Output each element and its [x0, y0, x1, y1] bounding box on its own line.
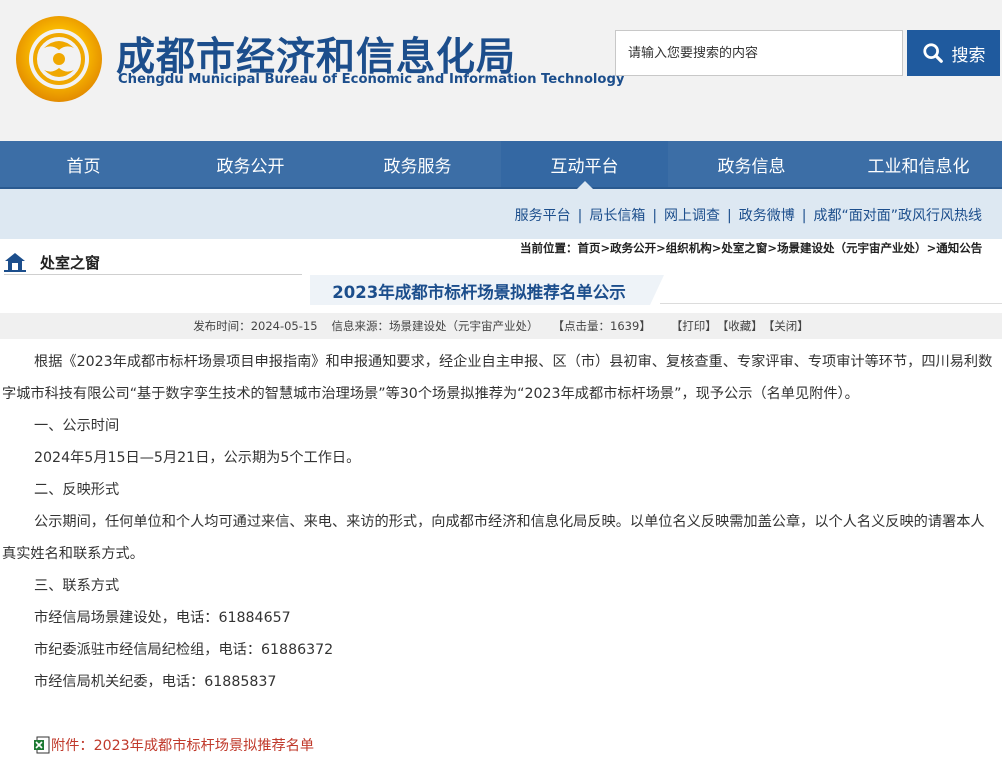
attachment-link[interactable]: 附件：2023年成都市标杆场景拟推荐名单 [51, 735, 314, 755]
print-link[interactable]: 【打印】 [671, 318, 717, 334]
contact-line: 市经信局场景建设处，电话：61884657 [34, 610, 291, 626]
breadcrumb-item-notices[interactable]: 通知公告 [936, 241, 982, 255]
nav-item-interaction[interactable]: 互动平台 [501, 141, 668, 187]
breadcrumb-prefix: 当前位置： [520, 241, 578, 255]
attachment-row: 附件：2023年成都市标杆场景拟推荐名单 [34, 735, 314, 755]
article-title-bar: 2023年成都市标杆场景拟推荐名单公示 [0, 275, 1002, 305]
search-button-label: 搜索 [951, 45, 986, 66]
subnav-link-director-mailbox[interactable]: 局长信箱 [589, 208, 645, 224]
contact-line: 市纪委派驻市经信局纪检组，电话：61886372 [34, 642, 334, 658]
search-button[interactable]: 搜索 [907, 30, 1000, 76]
breadcrumb: 当前位置：首页>政务公开>组织机构>处室之窗>场景建设处（元宇宙产业处）>通知公… [520, 240, 982, 256]
main-nav: 首页 政务公开 政务服务 互动平台 政务信息 工业和信息化 [0, 141, 1002, 189]
nav-item-home[interactable]: 首页 [0, 141, 167, 187]
nav-item-gov-info[interactable]: 政务信息 [668, 141, 835, 187]
clicks-suffix: 】 [639, 319, 651, 333]
nav-item-gov-services[interactable]: 政务服务 [334, 141, 501, 187]
clicks-count: 1639 [610, 319, 640, 333]
sidebar-section-title: 处室之窗 [4, 250, 302, 275]
section-title-label: 处室之窗 [40, 253, 101, 272]
article-heading: 三、联系方式 [34, 578, 120, 594]
nav-item-gov-affairs-open[interactable]: 政务公开 [167, 141, 334, 187]
home-icon [4, 253, 26, 272]
breadcrumb-separator: > [711, 241, 722, 255]
subnav-separator: | [727, 208, 732, 224]
subnav-separator: | [652, 208, 658, 224]
article-paragraph: 根据《2023年成都市标杆场景项目申报指南》和申报通知要求，经企业自主申报、区（… [2, 354, 993, 402]
article-paragraph: 2024年5月15日—5月21日，公示期为5个工作日。 [34, 450, 361, 466]
breadcrumb-separator: > [767, 241, 778, 255]
article-meta: 发布时间： 2024-05-15 信息来源： 场景建设处（元宇宙产业处） 【点击量： 16… [0, 313, 1002, 339]
source-label: 信息来源： [331, 319, 390, 333]
breadcrumb-item-scene-construction[interactable]: 场景建设处（元宇宙产业处） [777, 241, 927, 255]
article-title: 2023年成都市标杆场景拟推荐名单公示 [332, 283, 626, 302]
breadcrumb-item-home[interactable]: 首页 [578, 241, 601, 255]
publish-label: 发布时间： [193, 319, 251, 333]
breadcrumb-item-department-window[interactable]: 处室之窗 [721, 241, 767, 255]
breadcrumb-separator: > [926, 241, 937, 255]
subnav-link-hotline[interactable]: 成都“面对面”政风行风热线 [813, 208, 982, 224]
sub-nav: 服务平台 | 局长信箱 | 网上调查 | 政务微博 | 成都“面对面”政风行风热线 [0, 189, 1002, 239]
breadcrumb-item-gov-affairs-open[interactable]: 政务公开 [610, 241, 656, 255]
breadcrumb-item-organization[interactable]: 组织机构 [666, 241, 712, 255]
logo-emblem[interactable] [14, 14, 104, 104]
article-heading: 一、公示时间 [34, 418, 120, 434]
subnav-separator: | [577, 208, 583, 224]
article-paragraph: 公示期间，任何单位和个人均可通过来信、来电、来访的形式，向成都市经济和信息化局反… [2, 514, 985, 562]
favorite-link[interactable]: 【收藏】 [717, 318, 763, 334]
breadcrumb-separator: > [656, 241, 666, 255]
subnav-link-service-platform[interactable]: 服务平台 [515, 208, 571, 224]
subnav-link-gov-weibo[interactable]: 政务微博 [739, 208, 795, 224]
title-divider [660, 303, 1002, 304]
excel-file-icon [34, 736, 50, 754]
subnav-separator: | [801, 208, 807, 224]
search-input[interactable] [615, 30, 903, 76]
source-value: 场景建设处（元宇宙产业处） [389, 319, 539, 333]
subnav-links: 服务平台 | 局长信箱 | 网上调查 | 政务微博 | 成都“面对面”政风行风热线 [515, 205, 982, 225]
subnav-link-online-survey[interactable]: 网上调查 [664, 208, 720, 224]
breadcrumb-separator: > [600, 241, 611, 255]
nav-item-industry-it[interactable]: 工业和信息化 [835, 141, 1002, 187]
clicks-label: 【点击量： [552, 319, 611, 333]
publish-date: 2024-05-15 [250, 319, 318, 333]
logo-title-en[interactable]: Chengdu Municipal Bureau of Economic and… [118, 72, 625, 87]
close-link[interactable]: 【关闭】 [763, 318, 809, 334]
contact-line: 市经信局机关纪委，电话：61885837 [34, 674, 277, 690]
article-heading: 二、反映形式 [34, 482, 120, 498]
site-header: 成都市经济和信息化局 Chengdu Municipal Bureau of E… [0, 0, 1002, 141]
article-body: 根据《2023年成都市标杆场景项目申报指南》和申报通知要求，经企业自主申报、区（… [2, 346, 998, 698]
search-icon [922, 43, 943, 63]
